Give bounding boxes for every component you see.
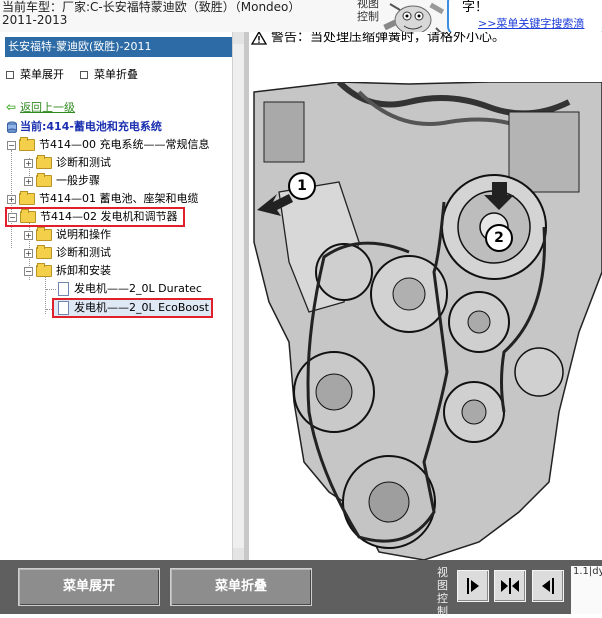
tree-item-alternator-ecoboost[interactable]: 发电机——2_0L EcoBoost <box>52 298 213 318</box>
vehicle-year-label: 2011-2013 <box>2 13 68 27</box>
back-link[interactable]: ⇦ 返回上一级 <box>6 99 75 115</box>
tree-item-label: 说明和操作 <box>56 228 111 241</box>
alternator-diagram <box>249 82 602 560</box>
tree-item-label: 诊断和测试 <box>56 156 111 169</box>
expand-icon[interactable]: + <box>7 194 16 204</box>
collapse-icon[interactable]: − <box>24 266 33 276</box>
current-section-label: 当前:414-蓄电池和充电系统 <box>20 120 162 133</box>
menu-expand-label: 菜单展开 <box>20 68 64 81</box>
document-icon <box>58 282 69 296</box>
expand-icon[interactable]: + <box>24 248 33 258</box>
pane-left-icon <box>542 578 554 594</box>
tree-item-description[interactable]: + 说明和操作 <box>24 227 111 243</box>
view-control-label: 视图控制 <box>437 566 448 618</box>
folder-icon <box>36 173 52 187</box>
expand-icon[interactable]: + <box>24 158 33 168</box>
content-panel: 警告：当处理压缩弹簧时，请格外小心。 1 2 <box>249 32 602 560</box>
tree-item-alternator-duratec[interactable]: 发电机——2_0L Duratec <box>58 281 202 297</box>
expand-icon[interactable]: + <box>24 230 33 240</box>
tree-item-label: 节414—02 发电机和调节器 <box>40 210 178 223</box>
tree-panel: 长安福特-蒙迪欧(致胜)-2011 菜单展开 菜单折叠 ⇦ 返回上一级 当前:41… <box>0 32 232 560</box>
tree-item-section-414-01[interactable]: + 节414—01 蓄电池、座架和电缆 <box>7 191 199 207</box>
current-section: 当前:414-蓄电池和充电系统 <box>7 118 162 134</box>
bubble-text: 字！ <box>462 0 489 15</box>
show-left-pane-button[interactable] <box>457 570 489 602</box>
menu-collapse-label: 菜单折叠 <box>94 68 138 81</box>
top-header: 当前车型：厂家:C-长安福特蒙迪欧（致胜）（Mondeo） 2011-2013 … <box>0 0 602 32</box>
back-link-label: 返回上一级 <box>20 101 76 114</box>
folder-icon <box>36 263 52 277</box>
database-icon <box>7 121 17 134</box>
tree-line <box>46 289 56 290</box>
folder-icon <box>19 191 35 205</box>
folder-icon <box>19 137 35 151</box>
pane-right-icon <box>467 578 479 594</box>
tree-item-label: 发电机——2_0L Duratec <box>74 282 202 295</box>
tree-item-label: 拆卸和安装 <box>56 264 111 277</box>
show-right-pane-button[interactable] <box>532 570 564 602</box>
tree-item-label: 诊断和测试 <box>56 246 111 259</box>
expand-icon[interactable]: + <box>24 176 33 186</box>
tree-item-section-414-00[interactable]: − 节414—00 充电系统——常规信息 <box>7 137 210 153</box>
tree-item-general-procedures[interactable]: + 一般步骤 <box>24 173 100 189</box>
pane-split-icon <box>501 578 519 594</box>
tree-item-label: 节414—01 蓄电池、座架和电缆 <box>39 192 199 205</box>
folder-icon <box>20 209 36 223</box>
warning-icon <box>250 32 268 45</box>
tree-item-label: 一般步骤 <box>56 174 100 187</box>
tree-title-bar: 长安福特-蒙迪欧(致胜)-2011 <box>5 37 232 57</box>
version-label: 1.1|dy <box>571 566 602 614</box>
tree-item-section-414-02[interactable]: − 节414—02 发电机和调节器 <box>5 207 185 227</box>
folder-icon <box>36 227 52 241</box>
square-icon <box>80 71 88 79</box>
tree-item-label: 发电机——2_0L EcoBoost <box>74 301 209 314</box>
mascot-icon <box>383 2 445 32</box>
folder-icon <box>36 245 52 259</box>
warning-label: 警告：当处理压缩弹簧时，请格外小心。 <box>271 32 506 45</box>
tree-item-diagnosis-2[interactable]: + 诊断和测试 <box>24 245 111 261</box>
tree-item-diagnosis[interactable]: + 诊断和测试 <box>24 155 111 171</box>
split-view-button[interactable] <box>494 570 526 602</box>
folder-icon <box>36 155 52 169</box>
expand-menu-button[interactable]: 菜单展开 <box>18 568 160 606</box>
back-arrow-icon: ⇦ <box>6 100 17 114</box>
document-icon <box>58 301 69 315</box>
collapse-icon[interactable]: − <box>8 212 17 222</box>
tree-item-label: 节414—00 充电系统——常规信息 <box>39 138 210 151</box>
square-icon <box>6 71 14 79</box>
menu-expand-link[interactable]: 菜单展开 <box>6 66 64 82</box>
view-control-label: 视图控制 <box>357 0 379 23</box>
warning-text: 警告：当处理压缩弹簧时，请格外小心。 <box>250 32 506 45</box>
bottom-toolbar: 菜单展开 菜单折叠 视图控制 1.1|dy <box>0 560 602 618</box>
collapse-menu-button[interactable]: 菜单折叠 <box>170 568 312 606</box>
callout-1: 1 <box>288 172 316 200</box>
keyword-search-link[interactable]: >>菜单关键字搜索滴 <box>478 15 584 31</box>
menu-collapse-link[interactable]: 菜单折叠 <box>80 66 138 82</box>
callout-2: 2 <box>485 224 513 252</box>
tree-item-removal-installation[interactable]: − 拆卸和安装 <box>24 263 111 279</box>
collapse-icon[interactable]: − <box>7 140 16 150</box>
